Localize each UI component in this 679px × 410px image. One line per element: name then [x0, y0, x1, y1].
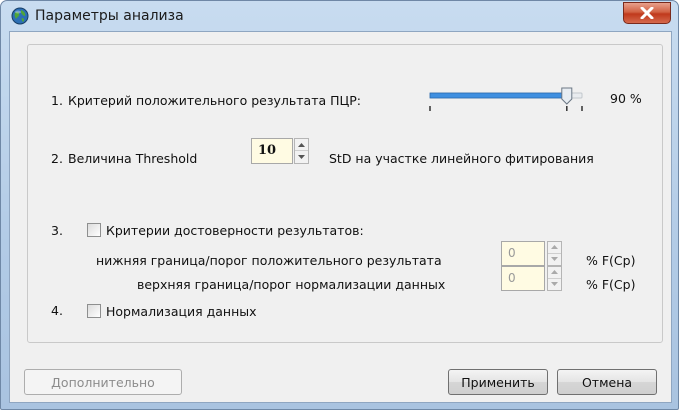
reliability-criteria-checkbox[interactable]: [87, 223, 101, 237]
close-button[interactable]: [623, 2, 671, 24]
item3-number: 3.: [51, 223, 63, 238]
down-arrow-icon: [298, 155, 305, 159]
slider-thumb[interactable]: [561, 87, 573, 105]
threshold-down-button[interactable]: [295, 151, 308, 163]
item3-label: Критерии достоверности результатов:: [106, 223, 364, 238]
upper-bound-input[interactable]: 0: [501, 266, 545, 291]
upper-bound-label: верхняя граница/порог нормализации данны…: [137, 277, 446, 292]
window-title: Параметры анализа: [35, 8, 184, 24]
lower-spin-buttons[interactable]: [547, 241, 562, 266]
threshold-spin-buttons[interactable]: [294, 138, 309, 164]
upper-spin-buttons[interactable]: [547, 266, 562, 291]
lower-bound-input[interactable]: 0: [501, 241, 545, 266]
lower-bound-label: нижняя граница/порог положительного резу…: [96, 253, 442, 268]
dialog-window: Параметры анализа 1. Критерий положитель…: [0, 0, 679, 410]
upper-up-button[interactable]: [548, 267, 561, 279]
up-arrow-icon: [551, 270, 558, 275]
dialog-body: 1. Критерий положительного результата ПЦ…: [9, 31, 672, 403]
down-arrow-icon: [551, 257, 558, 262]
advanced-button[interactable]: Дополнительно: [24, 369, 182, 395]
item2-label: Величина Threshold: [68, 151, 198, 166]
upper-down-button[interactable]: [548, 279, 561, 291]
item4-number: 4.: [51, 303, 63, 318]
upper-unit: % F(Cp): [586, 277, 636, 292]
up-arrow-icon: [298, 142, 305, 147]
threshold-suffix: StD на участке линейного фитирования: [329, 151, 594, 166]
cancel-button[interactable]: Отмена: [557, 369, 657, 395]
pcr-percent-label: 90 %: [610, 91, 642, 106]
down-arrow-icon: [551, 282, 558, 287]
apply-button[interactable]: Применить: [448, 369, 548, 395]
item1-label: Критерий положительного результата ПЦР:: [68, 93, 361, 108]
item2-number: 2.: [51, 151, 63, 166]
pcr-criterion-slider[interactable]: [428, 86, 586, 126]
lower-up-button[interactable]: [548, 242, 561, 254]
up-arrow-icon: [551, 245, 558, 250]
item1-number: 1.: [51, 93, 63, 108]
slider-track-fill: [429, 92, 564, 99]
title-bar[interactable]: Параметры анализа: [1, 1, 678, 31]
normalization-checkbox[interactable]: [87, 304, 101, 318]
threshold-input[interactable]: 10: [251, 138, 293, 164]
item4-label: Нормализация данных: [106, 304, 257, 319]
globe-icon: [11, 7, 29, 25]
close-icon: [640, 7, 654, 19]
lower-unit: % F(Cp): [586, 253, 636, 268]
threshold-up-button[interactable]: [295, 139, 308, 151]
lower-down-button[interactable]: [548, 254, 561, 266]
